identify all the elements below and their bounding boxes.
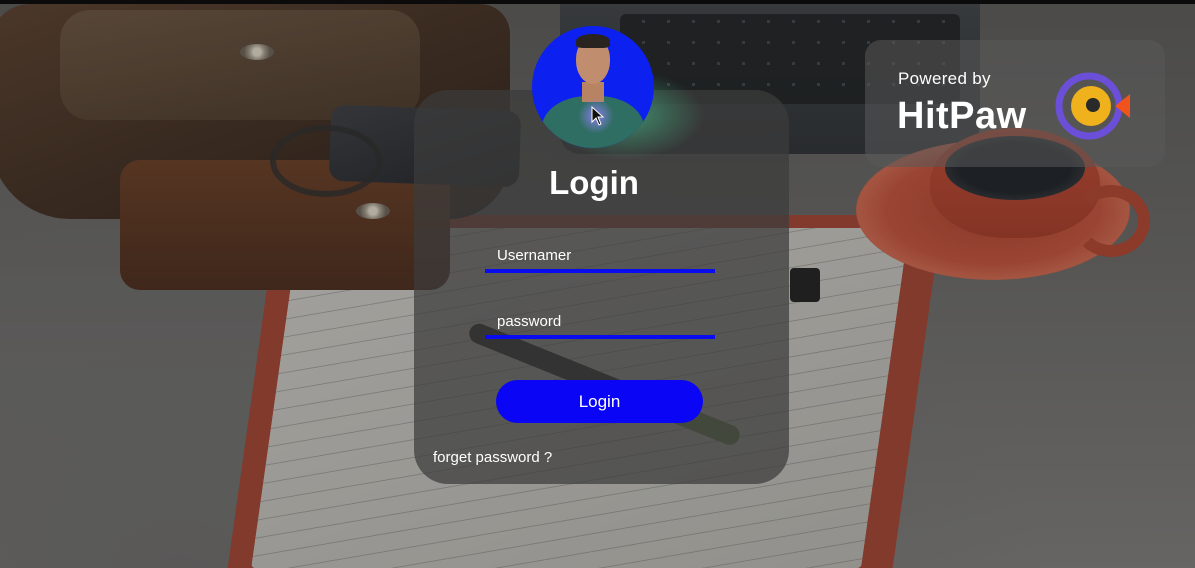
login-button[interactable]: Login <box>496 380 703 423</box>
forgot-password-link[interactable]: forget password ? <box>433 449 552 466</box>
avatar-hair <box>576 34 610 48</box>
hitpaw-logo-icon <box>1055 72 1130 140</box>
login-title: Login <box>549 164 639 201</box>
watermark-brand: HitPaw <box>897 95 1027 137</box>
watermark-subtitle: Powered by <box>898 69 991 88</box>
username-input[interactable] <box>485 241 715 273</box>
password-input[interactable] <box>485 307 715 339</box>
login-page: Login Login forget password ? Powered by… <box>0 0 1195 568</box>
cursor-icon <box>591 106 605 126</box>
